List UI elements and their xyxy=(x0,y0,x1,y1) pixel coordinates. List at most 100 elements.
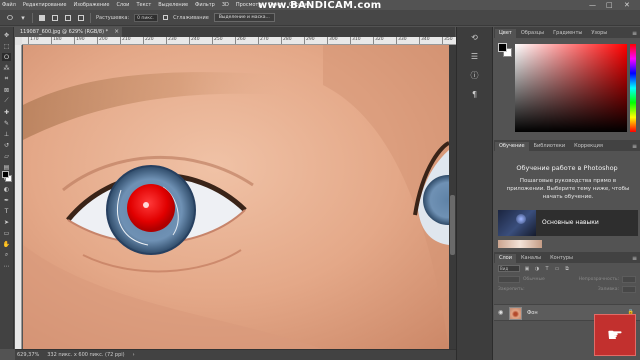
subtract-from-selection-icon[interactable] xyxy=(64,14,72,22)
eraser-tool-icon[interactable]: ▱ xyxy=(2,152,11,160)
feather-label: Растушевка: xyxy=(96,14,130,21)
healing-brush-tool-icon[interactable]: ✚ xyxy=(2,108,11,116)
type-tool-icon[interactable]: T xyxy=(2,207,11,215)
lock-label: Закрепить: xyxy=(498,286,525,292)
filter-pixel-icon[interactable]: ▣ xyxy=(524,266,530,272)
visibility-eye-icon[interactable]: ◉ xyxy=(498,309,503,316)
tab-layers[interactable]: Слои xyxy=(495,254,516,263)
lasso-tool-preset-icon[interactable]: ⵔ xyxy=(6,14,14,22)
ruler-tick-label: 260 xyxy=(235,37,246,44)
fill-input[interactable] xyxy=(622,285,636,293)
scrollbar-thumb[interactable] xyxy=(450,195,455,255)
zoom-level[interactable]: 629,37% xyxy=(17,352,39,358)
tutorial-card-basics[interactable]: Основные навыки xyxy=(498,210,638,236)
ruler-tick-label: 340 xyxy=(419,37,430,44)
options-bar: ⵔ ▾ Растушевка: 0 пикс. Сглаживание Выде… xyxy=(0,10,640,26)
hand-tool-icon[interactable]: ✋ xyxy=(2,240,11,248)
vertical-scrollbar[interactable] xyxy=(449,45,456,349)
brush-tool-icon[interactable]: ✎ xyxy=(2,119,11,127)
tab-learn[interactable]: Обучение xyxy=(495,142,529,151)
rectangle-tool-icon[interactable]: ▭ xyxy=(2,229,11,237)
ruler-tick-label: 300 xyxy=(327,37,338,44)
separator xyxy=(32,12,33,23)
menu-file[interactable]: Файл xyxy=(2,2,16,8)
new-selection-icon[interactable] xyxy=(38,14,46,22)
marquee-tool-icon[interactable]: ⬚ xyxy=(2,42,11,50)
filter-type-icon[interactable]: T xyxy=(544,266,550,272)
tab-channels[interactable]: Каналы xyxy=(517,254,545,263)
zoom-tool-icon[interactable]: ⌕ xyxy=(2,251,11,259)
tab-color[interactable]: Цвет xyxy=(495,29,516,38)
panel-menu-icon[interactable]: ≡ xyxy=(632,29,637,38)
status-menu-arrow[interactable]: › xyxy=(133,352,135,358)
ruler-tick-label: 210 xyxy=(120,37,131,44)
dodge-tool-icon[interactable]: ◐ xyxy=(2,185,11,193)
dropdown-arrow-icon[interactable]: ▾ xyxy=(19,14,27,22)
intersect-selection-icon[interactable] xyxy=(77,14,85,22)
history-panel-icon[interactable]: ⟲ xyxy=(470,33,480,42)
crop-tool-icon[interactable]: ⌗ xyxy=(2,75,11,83)
menu-edit[interactable]: Редактирование xyxy=(23,2,67,8)
panel-menu-icon[interactable]: ≡ xyxy=(632,254,637,263)
document-tab[interactable]: 119087_600.jpg @ 629% (RGB/8) * × xyxy=(15,27,123,37)
menu-layers[interactable]: Слои xyxy=(116,2,129,8)
tab-patterns[interactable]: Узоры xyxy=(587,29,611,38)
ruler-tick-label: 200 xyxy=(97,37,108,44)
menu-image[interactable]: Изображение xyxy=(73,2,109,8)
tutorial-thumbnail xyxy=(498,210,536,236)
hue-slider[interactable] xyxy=(630,44,636,132)
menu-type[interactable]: Текст xyxy=(136,2,151,8)
gradient-tool-icon[interactable]: ▤ xyxy=(2,163,11,171)
filter-shape-icon[interactable]: ▭ xyxy=(554,266,560,272)
history-brush-tool-icon[interactable]: ↺ xyxy=(2,141,11,149)
menu-select[interactable]: Выделение xyxy=(158,2,188,8)
vertical-ruler xyxy=(15,45,22,349)
minimize-button[interactable]: — xyxy=(589,1,596,9)
clone-stamp-tool-icon[interactable]: ⊥ xyxy=(2,130,11,138)
ruler-tick-label: 250 xyxy=(212,37,223,44)
frame-tool-icon[interactable]: ⊠ xyxy=(2,86,11,94)
collapsed-panels-strip: ⟲ ☰ ⓘ ¶ xyxy=(456,27,493,360)
tab-swatches[interactable]: Образцы xyxy=(517,29,548,38)
lasso-tool-icon[interactable]: ⵔ xyxy=(2,53,11,61)
path-selection-tool-icon[interactable]: ➤ xyxy=(2,218,11,226)
tab-adjustments[interactable]: Коррекция xyxy=(570,142,607,151)
foreground-color-chip[interactable] xyxy=(498,43,507,52)
smoothing-checkbox[interactable] xyxy=(163,15,169,20)
tab-gradients[interactable]: Градиенты xyxy=(549,29,586,38)
properties-panel-icon[interactable]: ☰ xyxy=(470,52,480,61)
panel-menu-icon[interactable]: ≡ xyxy=(632,142,637,151)
filter-smart-object-icon[interactable]: ⧉ xyxy=(564,266,570,272)
smoothing-label: Сглаживание xyxy=(173,14,209,21)
fill-label: Заливка: xyxy=(597,286,619,292)
blend-mode-select[interactable] xyxy=(498,275,520,283)
select-and-mask-button[interactable]: Выделение и маска... xyxy=(213,13,275,22)
info-panel-icon[interactable]: ⓘ xyxy=(470,71,480,80)
tools-panel: ✥ ⬚ ⵔ ⁂ ⌗ ⊠ ⟋ ✚ ✎ ⊥ ↺ ▱ ▤ ● ◐ ✒ T ➤ ▭ ✋ … xyxy=(0,27,14,349)
document-tab-title: 119087_600.jpg @ 629% (RGB/8) * xyxy=(20,29,109,35)
layer-filter-select[interactable]: Вид xyxy=(498,265,520,272)
menu-filter[interactable]: Фильтр xyxy=(195,2,215,8)
image-canvas[interactable] xyxy=(23,45,449,349)
maximize-button[interactable]: □ xyxy=(606,1,613,9)
opacity-input[interactable] xyxy=(622,275,636,283)
ruler-tick-label: 310 xyxy=(350,37,361,44)
feather-input[interactable]: 0 пикс. xyxy=(134,13,159,22)
add-to-selection-icon[interactable] xyxy=(51,14,59,22)
color-picker-field[interactable] xyxy=(515,44,627,148)
menu-3d[interactable]: 3D xyxy=(222,2,229,8)
paragraph-panel-icon[interactable]: ¶ xyxy=(470,90,480,99)
quick-select-tool-icon[interactable]: ⁂ xyxy=(2,64,11,72)
tab-paths[interactable]: Контуры xyxy=(546,254,577,263)
move-tool-icon[interactable]: ✥ xyxy=(2,31,11,39)
filter-adjustment-icon[interactable]: ◑ xyxy=(534,266,540,272)
close-window-button[interactable]: ✕ xyxy=(624,1,630,9)
foreground-color-swatch[interactable] xyxy=(2,171,9,178)
more-tools-icon[interactable]: ⋯ xyxy=(2,262,11,270)
close-tab-icon[interactable]: × xyxy=(114,27,119,37)
eyedropper-tool-icon[interactable]: ⟋ xyxy=(2,97,11,105)
layers-panel-tabs: Слои Каналы Контуры ≡ xyxy=(494,252,640,263)
tab-libraries[interactable]: Библиотеки xyxy=(530,142,570,151)
pen-tool-icon[interactable]: ✒ xyxy=(2,196,11,204)
tutorial-card-next[interactable] xyxy=(498,240,542,248)
